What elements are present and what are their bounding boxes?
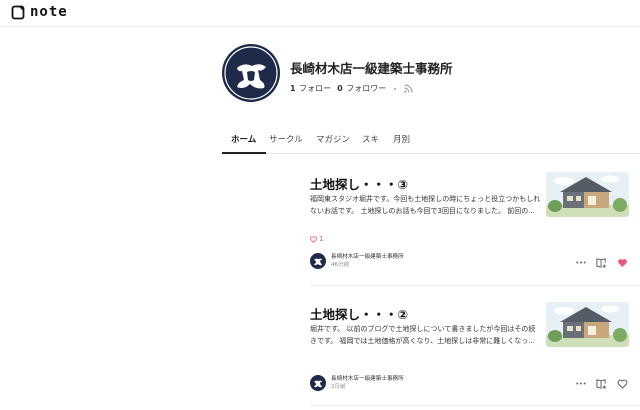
article-actions	[574, 377, 629, 390]
following-count: 1	[290, 84, 296, 93]
article-excerpt: 福岡東スタジオ堀井です。今回も土地探しの時にちょっと役立つかもしれないお話です。…	[310, 195, 541, 215]
article-author[interactable]: 長崎材木店一級建築士事務所 46分前	[310, 253, 404, 269]
heart-outline-icon	[310, 235, 317, 243]
followers-link[interactable]: 0 フォロワー	[337, 83, 386, 94]
tab-monthly[interactable]: 月別	[393, 133, 410, 145]
following-label: フォロー	[299, 84, 332, 93]
active-tab-indicator	[222, 152, 266, 154]
separator-dot	[394, 87, 397, 90]
article-actions	[574, 256, 629, 269]
more-options-button[interactable]	[574, 377, 587, 390]
followers-count: 0	[337, 84, 343, 93]
like-button[interactable]	[616, 377, 629, 390]
profile-avatar[interactable]	[222, 44, 280, 102]
site-header: note	[0, 0, 640, 27]
logo-text: note	[30, 4, 68, 20]
profile-name: 長崎材木店一級建築士事務所	[290, 61, 453, 76]
tab-home[interactable]: ホーム	[231, 133, 256, 145]
more-icon	[575, 382, 586, 385]
article-excerpt: 堀井です。 以前のブログで土地探しについて書きましたが今回はその続きです。 福岡…	[310, 325, 536, 345]
article-divider	[310, 405, 640, 406]
article-title[interactable]: 土地探し・・・②	[310, 304, 408, 323]
rss-icon[interactable]	[404, 84, 413, 93]
article-title[interactable]: 土地探し・・・③	[310, 174, 408, 193]
profile-tabs: ホーム サークル マガジン スキ 月別	[222, 124, 640, 154]
post-time: 46分前	[331, 262, 350, 268]
heart-filled-icon	[618, 258, 627, 267]
like-button[interactable]	[616, 256, 629, 269]
author-name: 長崎材木店一級建築士事務所	[331, 376, 404, 382]
author-avatar[interactable]	[310, 375, 326, 391]
article-author[interactable]: 長崎材木店一級建築士事務所 2日前	[310, 375, 404, 391]
followers-label: フォロワー	[346, 84, 387, 93]
author-name: 長崎材木店一級建築士事務所	[331, 254, 404, 260]
heart-outline-icon	[617, 379, 628, 389]
note-logo[interactable]: note	[11, 4, 68, 20]
note-logo-icon	[11, 5, 25, 19]
add-to-magazine-button[interactable]	[595, 256, 608, 269]
more-icon	[575, 261, 586, 264]
more-options-button[interactable]	[574, 256, 587, 269]
post-time: 2日前	[331, 384, 346, 390]
tab-likes[interactable]: スキ	[362, 133, 379, 145]
following-link[interactable]: 1 フォロー	[290, 83, 331, 94]
like-count: 1	[310, 235, 323, 243]
article-thumbnail[interactable]	[546, 302, 629, 347]
author-avatar[interactable]	[310, 253, 326, 269]
tab-magazine[interactable]: マガジン	[316, 133, 350, 145]
profile-stats: 1 フォロー 0 フォロワー	[290, 83, 413, 94]
article-thumbnail[interactable]	[546, 172, 629, 217]
article-divider	[310, 285, 640, 286]
magazine-add-icon	[596, 379, 607, 389]
like-count-value: 1	[319, 235, 324, 243]
magazine-add-icon	[596, 258, 607, 268]
tab-circle[interactable]: サークル	[269, 133, 303, 145]
add-to-magazine-button[interactable]	[595, 377, 608, 390]
